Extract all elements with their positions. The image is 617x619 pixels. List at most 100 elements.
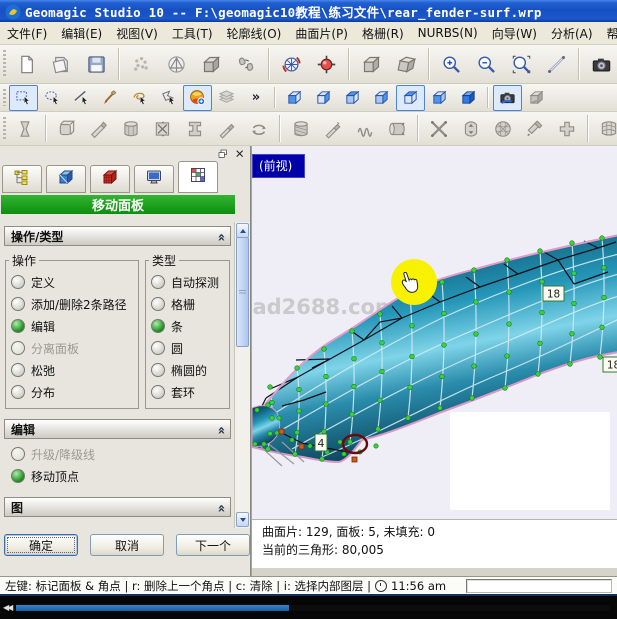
spin-view-button[interactable] (274, 47, 309, 81)
zoom-in-button[interactable] (434, 47, 469, 81)
rewind-icon[interactable] (3, 603, 11, 612)
view-bottom-button[interactable] (425, 85, 454, 111)
select-rectangle-button[interactable] (9, 85, 38, 111)
menu-view[interactable]: 视图(V) (109, 23, 165, 44)
measure-distance-button[interactable] (539, 47, 574, 81)
menu-edit[interactable]: 编辑(E) (54, 23, 109, 44)
view-top-button[interactable] (396, 85, 425, 111)
menu-analysis[interactable]: 分析(A) (544, 23, 600, 44)
menu-patches[interactable]: 曲面片(P) (288, 23, 355, 44)
option-elliptical[interactable]: 椭圆的 (149, 359, 226, 381)
shaded-view-button[interactable] (183, 85, 212, 111)
snapshot-button[interactable] (584, 47, 617, 81)
collapse-icon[interactable] (214, 504, 227, 510)
polygon-phase-button[interactable] (194, 47, 229, 81)
layers-button[interactable] (212, 85, 241, 111)
player-track[interactable] (16, 605, 610, 611)
option-circle[interactable]: 圆 (149, 337, 226, 359)
tool-cross-button[interactable] (423, 114, 455, 144)
menu-wizards[interactable]: 向导(W) (485, 23, 544, 44)
cancel-button[interactable]: 取消 (90, 534, 164, 556)
panel-tab-system[interactable] (134, 165, 174, 193)
option-add-remove-2-paths[interactable]: 添加/删除2条路径 (9, 293, 135, 315)
select-polygon-button[interactable] (154, 85, 183, 111)
option-auto-detect[interactable]: 自动探测 (149, 271, 226, 293)
view-back-button[interactable] (309, 85, 338, 111)
ok-button[interactable]: 确定 (4, 534, 78, 556)
panel-tab-display-cube[interactable] (46, 165, 86, 193)
tool-add-button[interactable] (551, 114, 583, 144)
tool-roll-cylinder-button[interactable] (381, 114, 413, 144)
tool-knife-button[interactable] (83, 114, 115, 144)
panel-tab-primitives[interactable] (90, 165, 130, 193)
tool-spindle-button[interactable] (9, 114, 41, 144)
panel-scrollbar[interactable] (234, 222, 250, 528)
tool-curved-grid-button[interactable] (593, 114, 617, 144)
points-phase-button[interactable] (124, 47, 159, 81)
viewport-3d[interactable]: (前视) cad2688.com (251, 146, 617, 576)
option-loop[interactable]: 套环 (149, 381, 226, 403)
tool-cylinder-button[interactable] (115, 114, 147, 144)
option-distribute[interactable]: 分布 (9, 381, 135, 403)
object-cube-2-button[interactable] (389, 47, 424, 81)
select-lasso-button[interactable] (125, 85, 154, 111)
set-origin-button[interactable] (309, 47, 344, 81)
panel-tab-dialog[interactable] (178, 161, 218, 193)
scrollbar-thumb[interactable] (236, 237, 249, 347)
option-relax[interactable]: 松弛 (9, 359, 135, 381)
toolbar-grip[interactable] (3, 89, 6, 106)
wrap-phase-button[interactable] (159, 47, 194, 81)
tool-pen-button[interactable] (211, 114, 243, 144)
panel-close-button[interactable] (233, 147, 247, 160)
select-ellipse-button[interactable] (38, 85, 67, 111)
restore-camera-button[interactable] (493, 85, 522, 111)
section-header-edit[interactable]: 编辑 (4, 419, 231, 439)
toolbar-grip[interactable] (3, 50, 6, 78)
section-header-operation-type[interactable]: 操作/类型 (4, 226, 231, 246)
merge-objects-button[interactable] (229, 47, 264, 81)
open-file-button[interactable] (44, 47, 79, 81)
tool-press-button[interactable] (179, 114, 211, 144)
menu-grids[interactable]: 格栅(R) (355, 23, 411, 44)
tool-mesh-sphere-button[interactable] (487, 114, 519, 144)
new-file-button[interactable] (9, 47, 44, 81)
panel-float-button[interactable] (216, 147, 230, 160)
scroll-down-button[interactable] (236, 512, 249, 527)
option-move-vertex[interactable]: 移动顶点 (9, 465, 226, 487)
option-edit[interactable]: 编辑 (9, 315, 135, 337)
view-isometric-button[interactable] (454, 85, 483, 111)
menu-nurbs[interactable]: NURBS(N) (411, 24, 485, 42)
tool-round-cube-button[interactable] (51, 114, 83, 144)
tool-flashlight-button[interactable] (519, 114, 551, 144)
save-button[interactable] (79, 47, 114, 81)
option-grid[interactable]: 格栅 (149, 293, 226, 315)
section-header-graph[interactable]: 图 (4, 497, 231, 517)
tool-extents-box-button[interactable] (147, 114, 179, 144)
next-button[interactable]: 下一个 (176, 534, 250, 556)
view-left-button[interactable] (338, 85, 367, 111)
collapse-icon[interactable] (214, 233, 227, 239)
tool-surface-pen-button[interactable] (317, 114, 349, 144)
object-cube-1-button[interactable] (354, 47, 389, 81)
view-right-button[interactable] (367, 85, 396, 111)
select-line-button[interactable] (67, 85, 96, 111)
tool-flip-normals-button[interactable] (243, 114, 275, 144)
zoom-window-button[interactable] (504, 47, 539, 81)
scroll-up-button[interactable] (236, 223, 249, 238)
menu-tools[interactable]: 工具(T) (165, 23, 220, 44)
option-define[interactable]: 定义 (9, 271, 135, 293)
zoom-out-button[interactable] (469, 47, 504, 81)
model-canvas[interactable]: cad2688.com (252, 146, 617, 576)
more-tools-button[interactable]: » (241, 85, 270, 111)
menu-contours[interactable]: 轮廓线(O) (220, 23, 289, 44)
panel-tab-model-tree[interactable] (2, 165, 42, 193)
view-front-button[interactable] (280, 85, 309, 111)
menu-help[interactable]: 帮助(H) (600, 23, 617, 44)
select-paintbrush-button[interactable] (96, 85, 125, 111)
collapse-icon[interactable] (214, 426, 227, 432)
tool-sphere-arrows-button[interactable] (455, 114, 487, 144)
reset-object-button[interactable] (522, 85, 551, 111)
tool-spring-button[interactable] (349, 114, 381, 144)
menu-file[interactable]: 文件(F) (0, 23, 54, 44)
tool-mesh-cylinder-button[interactable] (285, 114, 317, 144)
